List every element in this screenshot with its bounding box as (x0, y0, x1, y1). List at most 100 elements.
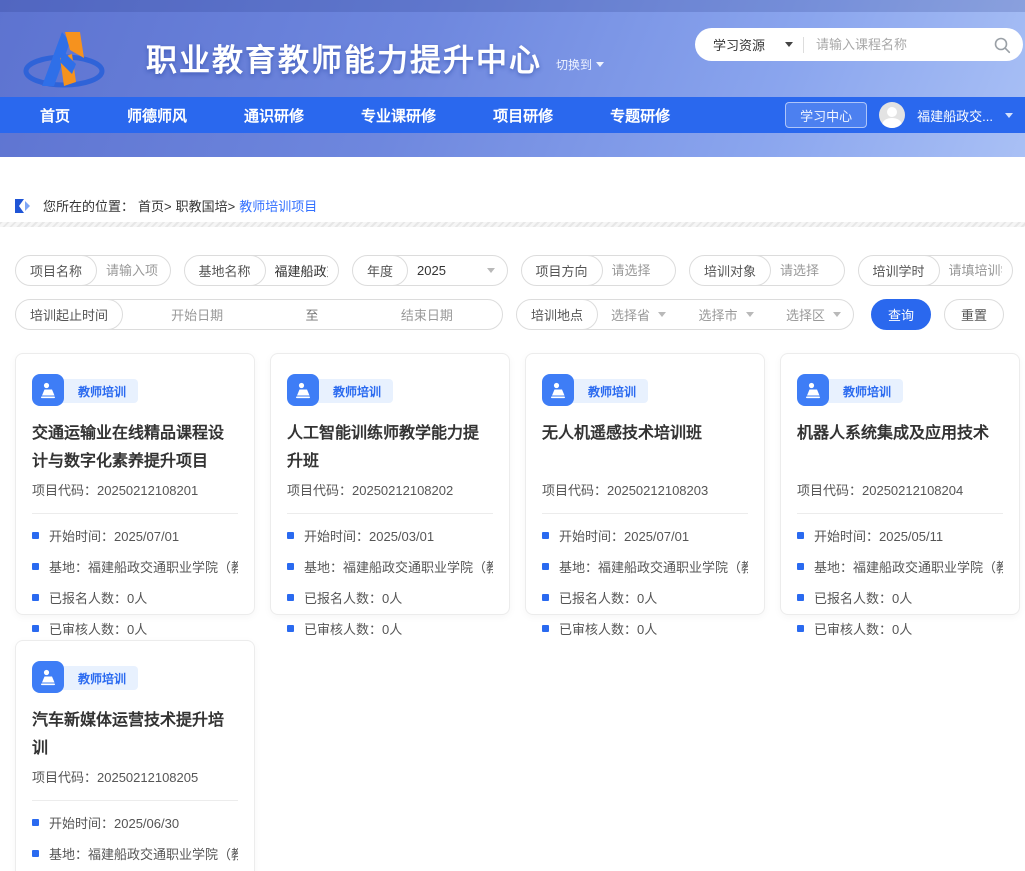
district-select[interactable]: 选择区 (786, 305, 841, 324)
nav-item-zhuanti[interactable]: 专题研修 (610, 105, 670, 126)
bullet-icon (32, 850, 39, 857)
base-name-input[interactable] (265, 263, 338, 278)
filter-direction: 项目方向 (521, 255, 677, 286)
year-select[interactable] (407, 263, 486, 278)
card-row-text: 开始时间：2025/07/01 (49, 526, 179, 545)
card-info-row: 基地：福建船政交通职业学院（教师... (32, 844, 238, 863)
bullet-icon (797, 563, 804, 570)
card-row-text: 已审核人数：0人 (304, 619, 402, 638)
card-badge: 教师培训 (32, 661, 238, 695)
filter-label: 培训学时 (858, 255, 940, 286)
project-card[interactable]: 教师培训 交通运输业在线精品课程设计与数字化素养提升项目 项目代码：202502… (15, 353, 255, 615)
card-title: 无人机遥感技术培训班 (542, 420, 748, 476)
card-info-row: 开始时间：2025/07/01 (32, 526, 238, 545)
nav-item-shide[interactable]: 师德师风 (127, 105, 187, 126)
card-code: 项目代码：20250212108202 (287, 480, 493, 499)
card-badge: 教师培训 (287, 374, 493, 408)
filter-row-1: 项目名称 基地名称 年度 项目方向 培训对象 培训学时 (15, 255, 1013, 286)
city-select[interactable]: 选择市 (699, 305, 754, 324)
project-card[interactable]: 教师培训 人工智能训练师教学能力提升班 项目代码：20250212108202 … (270, 353, 510, 615)
nav-item-xiangmu[interactable]: 项目研修 (493, 105, 553, 126)
nav-item-home[interactable]: 首页 (40, 105, 70, 126)
brand: 职业教育教师能力提升中心 切换到 (18, 24, 604, 90)
chevron-down-icon[interactable] (487, 268, 495, 273)
chevron-down-icon (658, 312, 666, 317)
course-search-input[interactable] (816, 37, 993, 52)
card-rows: 开始时间：2025/05/11 基地：福建船政交通职业学院（教师... 已报名人… (797, 526, 1003, 638)
chevron-down-icon[interactable] (1005, 113, 1013, 118)
section-divider (0, 222, 1025, 227)
card-badge: 教师培训 (797, 374, 1003, 408)
header-banner: 职业教育教师能力提升中心 切换到 学习资源 首页 师德师风 通识研修 专业课研修 (0, 0, 1025, 157)
filter-row-2: 培训起止时间 开始日期 至 结束日期 培训地点 选择省 选择市 (15, 299, 1013, 330)
user-name[interactable]: 福建船政交... (917, 106, 993, 125)
card-info-row: 开始时间：2025/03/01 (287, 526, 493, 545)
card-info-row: 已审核人数：0人 (32, 619, 238, 638)
card-info-row: 开始时间：2025/06/30 (32, 813, 238, 832)
start-date-input[interactable]: 开始日期 (171, 305, 223, 324)
card-badge: 教师培训 (542, 374, 748, 408)
nav-item-tongshi[interactable]: 通识研修 (244, 105, 304, 126)
project-card[interactable]: 教师培训 汽车新媒体运营技术提升培训 项目代码：20250212108205 开… (15, 640, 255, 871)
filter-label: 项目方向 (521, 255, 603, 286)
filter-label: 培训地点 (516, 299, 598, 330)
bullet-icon (287, 625, 294, 632)
target-select[interactable] (770, 263, 843, 278)
card-info-row: 基地：福建船政交通职业学院（教师... (542, 557, 748, 576)
user-avatar[interactable] (879, 102, 905, 128)
card-row-text: 基地：福建船政交通职业学院（教师... (49, 844, 238, 863)
learning-center-button[interactable]: 学习中心 (785, 102, 867, 128)
card-title: 汽车新媒体运营技术提升培训 (32, 707, 238, 763)
bullet-icon (32, 819, 39, 826)
header-search: 学习资源 (695, 28, 1023, 61)
breadcrumb-zhijiao[interactable]: 职教国培> (176, 196, 236, 215)
breadcrumb-home[interactable]: 首页> (138, 196, 172, 215)
end-date-input[interactable]: 结束日期 (401, 305, 453, 324)
project-name-input[interactable] (96, 263, 169, 278)
card-info-row: 基地：福建船政交通职业学院（教师... (797, 557, 1003, 576)
card-title: 机器人系统集成及应用技术 (797, 420, 1003, 476)
province-select[interactable]: 选择省 (611, 305, 666, 324)
main-nav: 首页 师德师风 通识研修 专业课研修 项目研修 专题研修 学习中心 福建船政交.… (0, 97, 1025, 133)
card-divider (287, 513, 493, 514)
filter-label: 项目名称 (15, 255, 97, 286)
card-row-text: 已审核人数：0人 (559, 619, 657, 638)
bullet-icon (542, 532, 549, 539)
card-divider (32, 513, 238, 514)
project-card[interactable]: 教师培训 无人机遥感技术培训班 项目代码：20250212108203 开始时间… (525, 353, 765, 615)
direction-select[interactable] (602, 263, 675, 278)
card-row-text: 已审核人数：0人 (814, 619, 912, 638)
bullet-icon (32, 594, 39, 601)
project-card[interactable]: 教师培训 机器人系统集成及应用技术 项目代码：20250212108204 开始… (780, 353, 1020, 615)
filter-panel: 项目名称 基地名称 年度 项目方向 培训对象 培训学时 (15, 255, 1013, 343)
switch-dropdown[interactable]: 切换到 (556, 56, 604, 73)
bullet-icon (542, 563, 549, 570)
card-info-row: 开始时间：2025/07/01 (542, 526, 748, 545)
bullet-icon (287, 532, 294, 539)
chevron-down-icon[interactable] (785, 42, 793, 47)
page: 职业教育教师能力提升中心 切换到 学习资源 首页 师德师风 通识研修 专业课研修 (0, 0, 1025, 871)
teacher-training-icon (32, 661, 64, 693)
search-button[interactable]: 查询 (871, 299, 931, 330)
bullet-icon (797, 532, 804, 539)
location-zone: 选择省 选择市 选择区 (597, 305, 853, 324)
chevron-down-icon (746, 312, 754, 317)
card-row-text: 基地：福建船政交通职业学院（教师... (49, 557, 238, 576)
card-info-row: 已报名人数：0人 (287, 588, 493, 607)
nav-item-zhuanyeke[interactable]: 专业课研修 (361, 105, 436, 126)
reset-button[interactable]: 重置 (944, 299, 1004, 330)
search-category-select[interactable]: 学习资源 (713, 35, 785, 54)
search-icon[interactable] (993, 36, 1011, 54)
bullet-icon (32, 532, 39, 539)
filter-target: 培训对象 (689, 255, 845, 286)
bullet-icon (287, 594, 294, 601)
nav-items: 首页 师德师风 通识研修 专业课研修 项目研修 专题研修 (0, 105, 670, 126)
card-rows: 开始时间：2025/03/01 基地：福建船政交通职业学院（教师... 已报名人… (287, 526, 493, 638)
breadcrumb-current[interactable]: 教师培训项目 (239, 196, 317, 215)
filter-date-range: 培训起止时间 开始日期 至 结束日期 (15, 299, 503, 330)
teacher-training-icon (797, 374, 829, 406)
card-title: 人工智能训练师教学能力提升班 (287, 420, 493, 476)
hours-input[interactable] (939, 263, 1012, 278)
chevron-down-icon (833, 312, 841, 317)
card-info-row: 开始时间：2025/05/11 (797, 526, 1003, 545)
